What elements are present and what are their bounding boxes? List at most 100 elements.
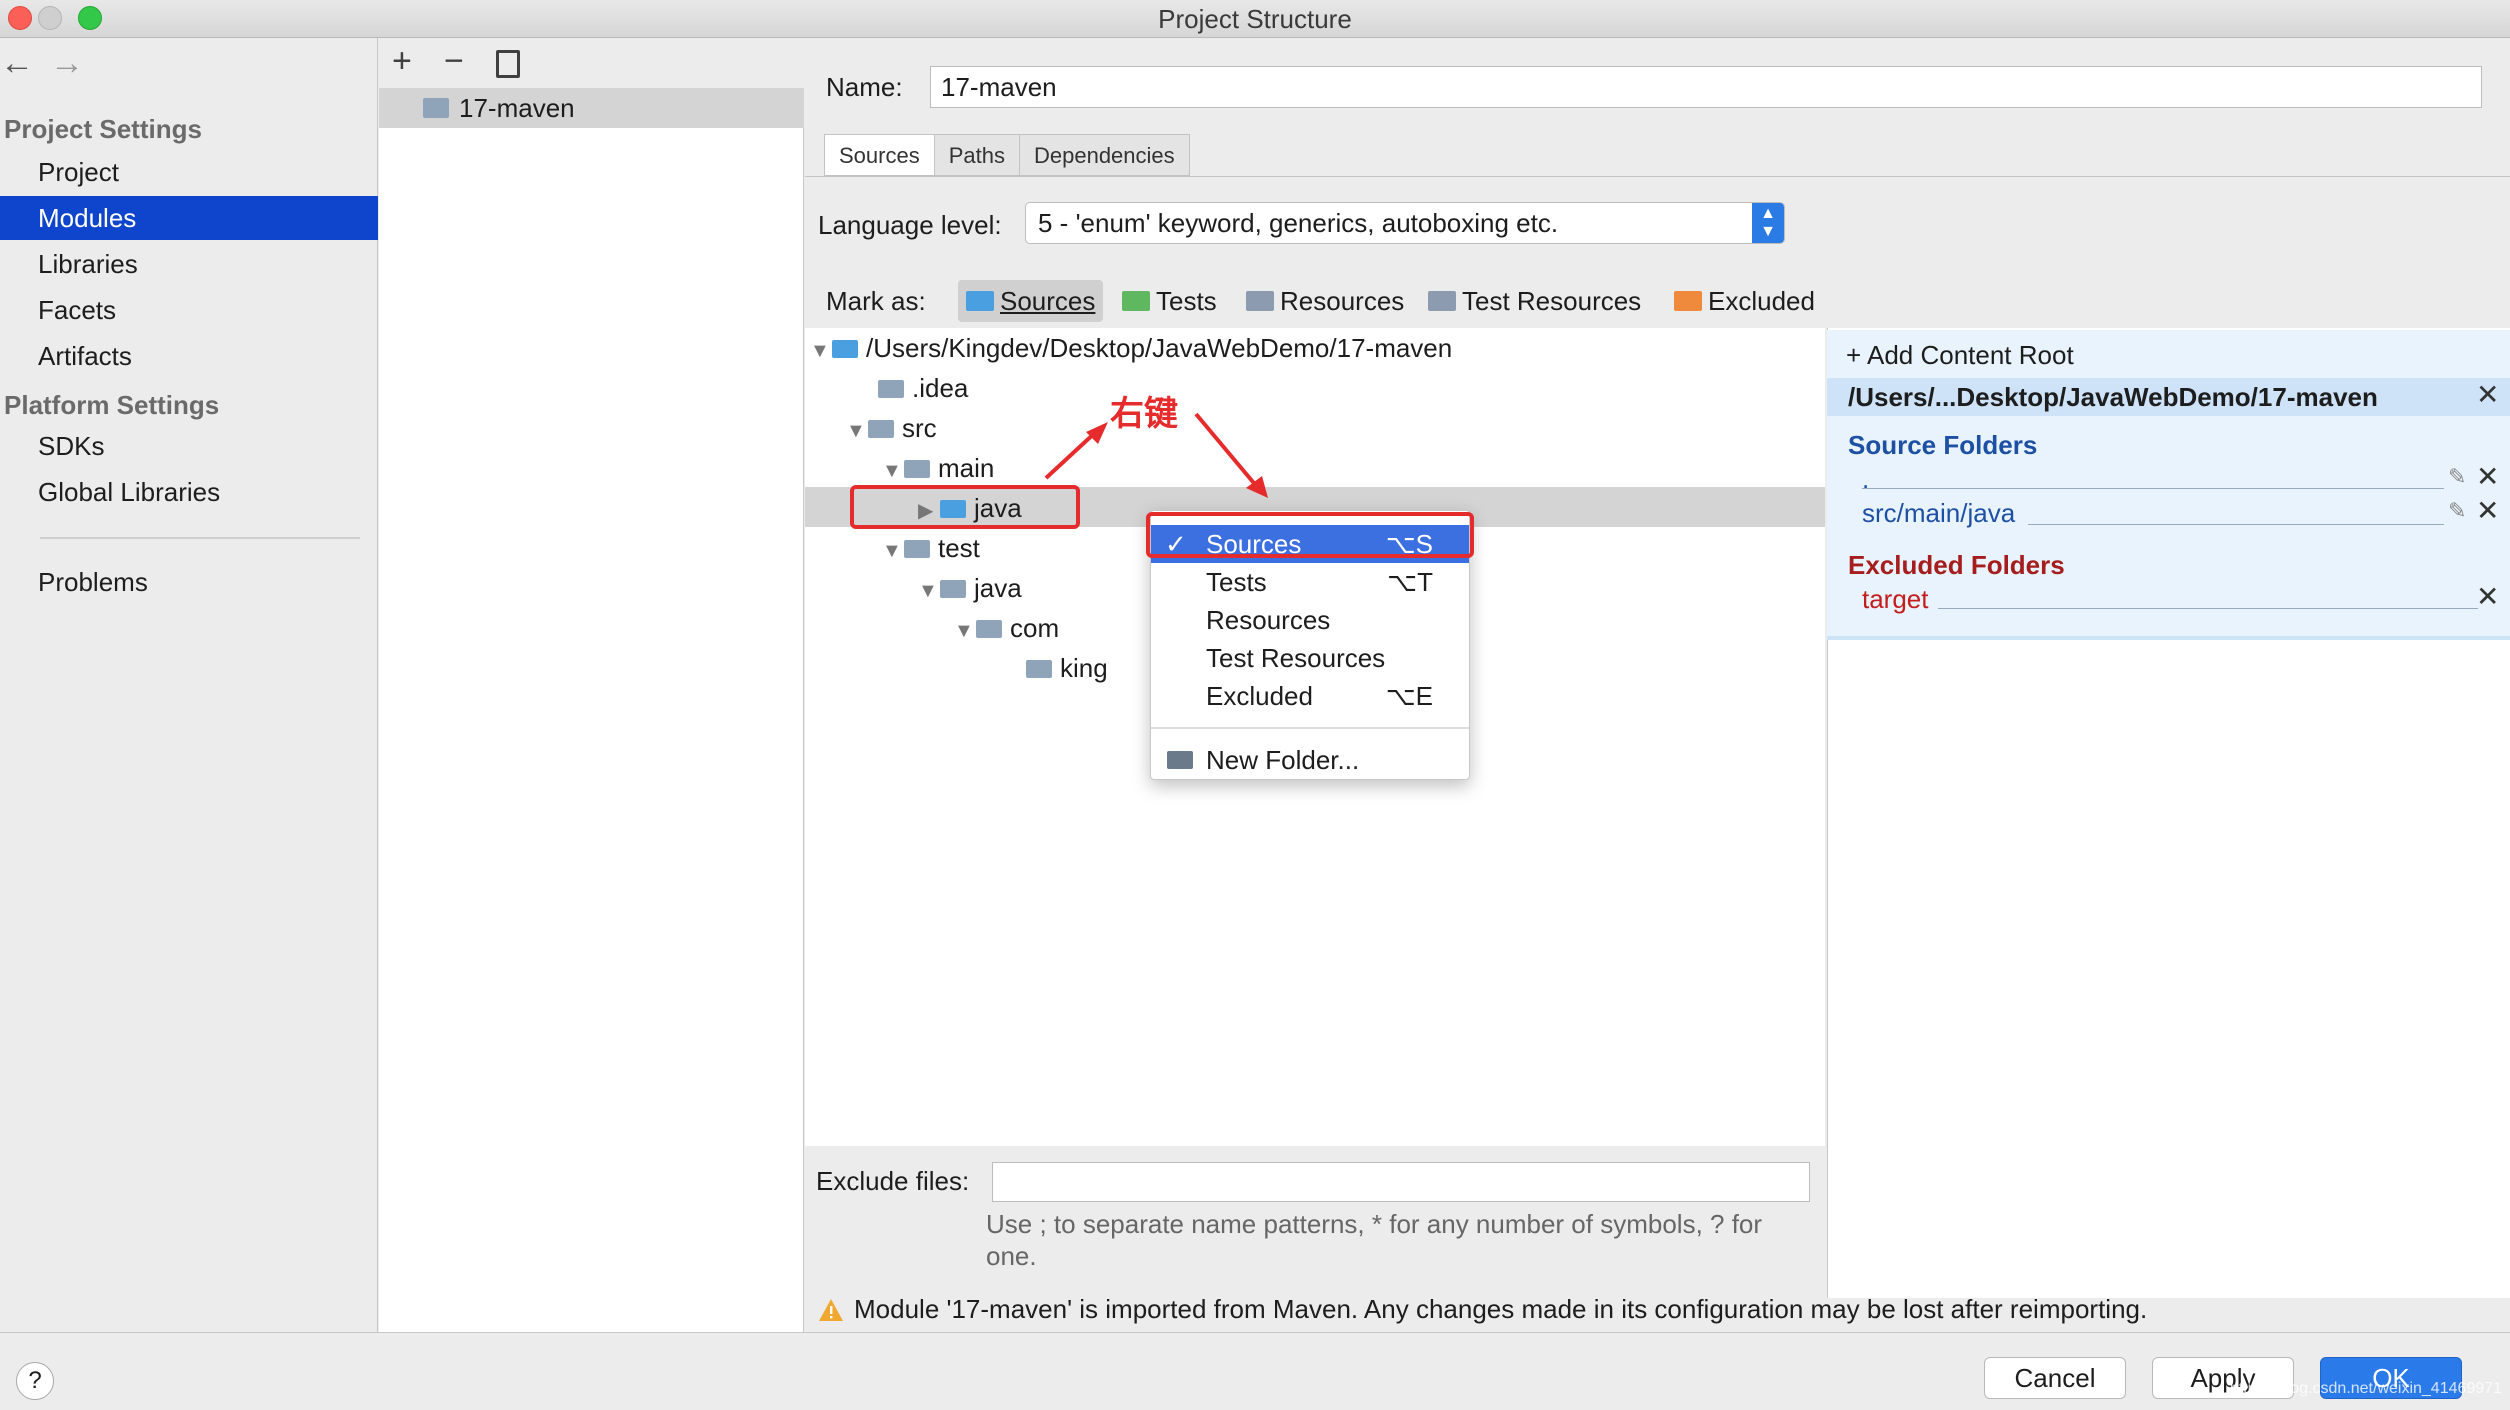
forward-arrow-icon[interactable]: → [50,44,84,83]
mark-as-excluded-button[interactable]: Excluded [1674,280,1815,322]
tree-root-label: /Users/Kingdev/Desktop/JavaWebDemo/17-ma… [866,333,1453,363]
content-root-path: /Users/...Desktop/JavaWebDemo/17-maven [1848,382,2378,412]
menu-item-tests[interactable]: Tests ⌥T [1151,563,1469,601]
menu-shortcut: ⌥E [1385,681,1433,711]
cancel-button[interactable]: Cancel [1984,1357,2126,1399]
sidebar-item-project[interactable]: Project [0,150,378,194]
menu-label: Excluded [1206,681,1313,711]
name-label: Name: [826,72,903,102]
tree-label: src [902,413,937,443]
tree-label: com [1010,613,1060,643]
help-button[interactable]: ? [16,1362,54,1400]
tree-row-main[interactable]: ▼ main [882,448,994,488]
remove-source-folder-icon[interactable]: ✕ [2476,494,2499,527]
modules-toolbar [379,38,804,88]
sidebar-item-artifacts[interactable]: Artifacts [0,334,378,378]
add-module-icon[interactable]: + [392,42,412,81]
new-folder-icon [1167,751,1193,769]
source-folder-item: src/main/java [1862,498,2016,528]
folder-icon [976,620,1002,638]
sidebar-item-sdks[interactable]: SDKs [0,424,378,468]
sidebar-item-facets[interactable]: Facets [0,288,378,332]
test-resources-folder-icon [1428,291,1456,311]
maven-warning: Module '17-maven' is imported from Maven… [818,1294,2147,1325]
copy-module-icon[interactable] [496,50,520,78]
mark-as-tests-button[interactable]: Tests [1122,280,1217,322]
exclude-files-input[interactable] [992,1162,1810,1202]
mark-as-test-resources-button[interactable]: Test Resources [1428,280,1641,322]
close-window-button[interactable] [8,6,32,30]
excluded-folder-underline [1938,608,2478,609]
sidebar-item-libraries[interactable]: Libraries [0,242,378,286]
tab-dependencies[interactable]: Dependencies [1018,134,1190,176]
tree-row-test-java[interactable]: ▼ java [918,568,1022,608]
tree-row-king[interactable]: king [1026,648,1108,688]
warning-text: Module '17-maven' is imported from Maven… [854,1294,2148,1324]
sidebar-item-modules[interactable]: Modules [0,196,378,240]
expand-triangle-icon: ▼ [918,580,938,602]
tree-label: java [974,573,1022,603]
folder-icon [868,420,894,438]
menu-item-resources[interactable]: Resources [1151,601,1469,639]
mark-as-label: Mark as: [826,286,926,316]
menu-item-excluded[interactable]: Excluded ⌥E [1151,677,1469,715]
module-folder-icon [423,98,449,118]
content-root-block [1827,330,2510,640]
tree-label: king [1060,653,1108,683]
language-level-value: 5 - 'enum' keyword, generics, autoboxing… [1038,208,1559,238]
remove-module-icon[interactable]: − [444,42,464,81]
menu-shortcut: ⌥T [1387,567,1433,597]
remove-excluded-folder-icon[interactable]: ✕ [2476,580,2499,613]
resources-folder-icon [1246,291,1274,311]
module-item-17-maven[interactable]: 17-maven [379,88,804,128]
source-folders-heading: Source Folders [1848,430,2038,460]
tree-row-idea[interactable]: .idea [878,368,968,408]
edit-pencil-icon[interactable]: ✎ [2448,464,2466,490]
source-folder-item: . [1862,464,1870,494]
mark-as-resources-button[interactable]: Resources [1246,280,1404,322]
exclude-files-hint: Use ; to separate name patterns, * for a… [986,1209,1763,1271]
back-arrow-icon[interactable]: ← [0,44,34,83]
sidebar-divider [40,537,360,539]
menu-item-new-folder[interactable]: New Folder... [1151,741,1469,779]
tree-row-src[interactable]: ▼ src [846,408,937,448]
tree-label: .idea [912,373,969,403]
mark-tests-label: Tests [1156,286,1217,316]
warning-icon [819,1298,843,1321]
module-name-input[interactable]: 17-maven [930,66,2482,108]
sources-folder-icon [966,291,994,311]
menu-label: Resources [1206,605,1331,635]
sidebar-item-global-libraries[interactable]: Global Libraries [0,470,378,514]
mark-sources-label: Sources [1000,286,1096,316]
edit-pencil-icon[interactable]: ✎ [2448,498,2466,524]
tabs-underline [805,176,2510,177]
menu-label: Tests [1206,567,1267,597]
tab-sources[interactable]: Sources [824,134,935,176]
folder-icon [1026,660,1052,678]
project-settings-heading: Project Settings [4,114,202,144]
tree-row-test[interactable]: ▼ test [882,528,980,568]
folder-icon [940,580,966,598]
menu-item-test-resources[interactable]: Test Resources [1151,639,1469,677]
window-title: Project Structure [1158,4,1352,34]
sidebar-item-problems[interactable]: Problems [0,560,378,604]
add-content-root-label: Add Content Root [1866,340,2074,370]
remove-content-root-icon[interactable]: ✕ [2476,378,2499,411]
language-level-label: Language level: [818,210,1002,240]
tree-row-com[interactable]: ▼ com [954,608,1059,648]
tab-paths[interactable]: Paths [933,134,1020,176]
language-level-select[interactable]: 5 - 'enum' keyword, generics, autoboxing… [1025,202,1785,244]
zoom-window-button[interactable] [78,6,102,30]
expand-triangle-icon: ▼ [846,420,866,442]
add-content-root-button[interactable]: + Add Content Root [1846,340,2074,371]
mark-as-sources-button[interactable]: Sources [958,280,1104,322]
excluded-folder-icon [1674,291,1702,311]
annotation-arrows [1044,412,1268,498]
remove-source-folder-icon[interactable]: ✕ [2476,460,2499,493]
select-arrows-icon: ▲ ▼ [1752,203,1784,243]
tree-row-root[interactable]: ▼ /Users/Kingdev/Desktop/JavaWebDemo/17-m… [810,328,1452,368]
menu-label: New Folder... [1206,745,1360,775]
minimize-window-button[interactable] [38,6,62,30]
folder-icon [904,460,930,478]
expand-triangle-icon: ▼ [810,340,830,362]
